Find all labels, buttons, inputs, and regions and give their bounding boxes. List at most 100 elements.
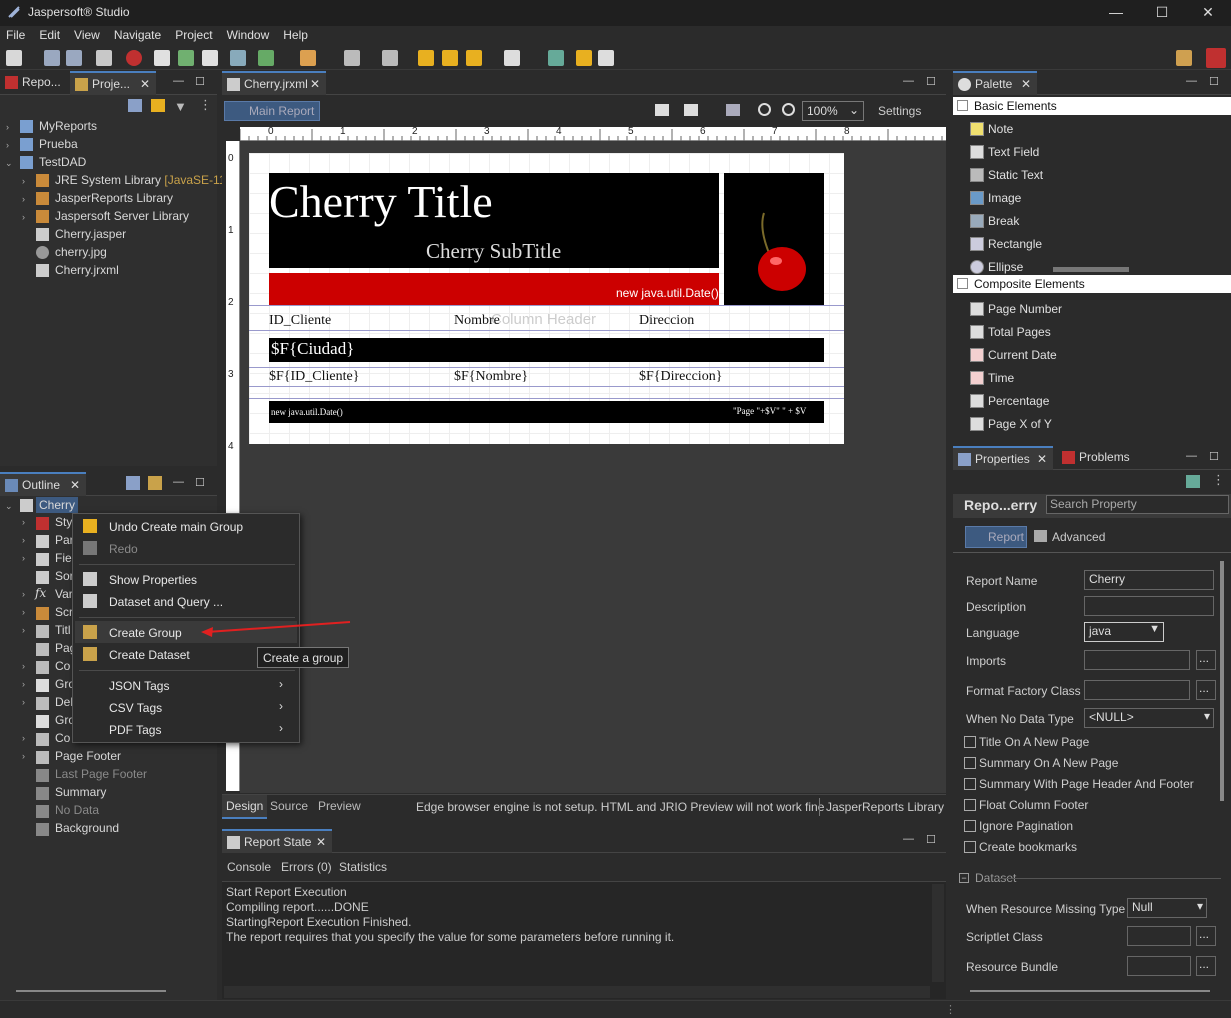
new-report-icon[interactable] — [154, 50, 170, 66]
checkbox[interactable] — [964, 799, 976, 811]
outline-item[interactable]: Scr — [55, 605, 73, 619]
chevron-right-icon[interactable]: › — [22, 176, 25, 186]
horizontal-scrollbar[interactable] — [224, 986, 930, 998]
menu-dataset-query[interactable]: Dataset and Query ... — [109, 595, 223, 609]
chevron-right-icon[interactable]: › — [22, 535, 25, 545]
tab-properties[interactable]: Properties ✕ — [953, 446, 1053, 470]
chevron-right-icon[interactable]: › — [22, 751, 25, 761]
format-factory-browse-button[interactable]: ... — [1196, 680, 1216, 700]
menu-navigate[interactable]: Navigate — [108, 26, 169, 46]
tab-repository[interactable]: Repo... — [0, 71, 67, 95]
collapse-icon[interactable]: − — [959, 873, 969, 883]
minimize-icon[interactable]: — — [903, 833, 914, 845]
layout-icon[interactable] — [382, 50, 398, 66]
chevron-right-icon[interactable]: › — [22, 194, 25, 204]
minimize-icon[interactable]: — — [173, 75, 184, 87]
zoom-select[interactable]: 100% ⌄ — [802, 101, 864, 121]
menu-json-tags[interactable]: JSON Tags — [109, 679, 169, 693]
undo-icon[interactable] — [576, 50, 592, 66]
checkbox[interactable] — [964, 778, 976, 790]
tree-item-server-library[interactable]: Jaspersoft Server Library — [55, 209, 189, 223]
console-output[interactable]: Start Report Execution Compiling report.… — [222, 881, 946, 999]
outline-root-cherry[interactable]: Cherry — [36, 497, 79, 513]
tab-report-props[interactable]: Report — [965, 526, 1027, 548]
imports-browse-button[interactable]: ... — [1196, 650, 1216, 670]
chevron-right-icon[interactable]: › — [6, 140, 9, 150]
redo-icon[interactable] — [598, 50, 614, 66]
maximize-icon[interactable]: ☐ — [195, 476, 205, 489]
close-icon[interactable]: ✕ — [70, 474, 80, 496]
save-icon[interactable] — [44, 50, 60, 66]
tab-errors[interactable]: Errors (0) — [281, 860, 332, 874]
chevron-right-icon[interactable]: › — [22, 553, 25, 563]
col-header-direccion[interactable]: Direccion — [639, 313, 694, 329]
title-new-page-label[interactable]: Title On A New Page — [979, 735, 1089, 749]
tab-statistics[interactable]: Statistics — [339, 860, 387, 874]
tab-project-explorer[interactable]: Proje... ✕ — [70, 71, 156, 95]
outline-item[interactable]: Titl — [55, 623, 71, 637]
close-icon[interactable]: ✕ — [310, 73, 320, 95]
chevron-right-icon[interactable]: › — [22, 589, 25, 599]
create-bookmarks-label[interactable]: Create bookmarks — [979, 840, 1077, 854]
minimize-button[interactable]: — — [1093, 0, 1139, 26]
chevron-right-icon[interactable]: › — [22, 212, 25, 222]
palette-time[interactable]: Time — [988, 371, 1014, 385]
layout-icon[interactable] — [655, 104, 669, 116]
minimize-icon[interactable]: — — [1186, 75, 1197, 87]
minimize-icon[interactable]: — — [173, 476, 184, 488]
maximize-button[interactable]: ☐ — [1139, 0, 1185, 26]
resource-bundle-browse-button[interactable]: ... — [1196, 956, 1216, 976]
maximize-icon[interactable]: ☐ — [1209, 450, 1219, 463]
outline-tree-icon[interactable] — [126, 476, 140, 490]
when-no-data-select[interactable]: <NULL> ▾ — [1084, 708, 1214, 728]
checkbox[interactable] — [964, 820, 976, 832]
minimize-icon[interactable]: — — [903, 75, 914, 87]
maximize-icon[interactable]: ☐ — [1209, 75, 1219, 88]
tree-item-jasperreports-library[interactable]: JasperReports Library — [55, 191, 173, 205]
chevron-right-icon[interactable]: › — [22, 517, 25, 527]
menu-edit[interactable]: Edit — [33, 26, 68, 46]
palette-current-date[interactable]: Current Date — [988, 348, 1057, 362]
menu-create-group[interactable]: Create Group — [109, 626, 182, 640]
checkbox[interactable] — [964, 757, 976, 769]
view-menu-icon[interactable]: ⋮ — [199, 97, 212, 113]
outline-thumb-icon[interactable] — [148, 476, 162, 490]
chevron-right-icon[interactable]: › — [22, 661, 25, 671]
outline-summary[interactable]: Summary — [55, 785, 106, 799]
close-icon[interactable]: ✕ — [140, 73, 150, 95]
palette-break[interactable]: Break — [988, 214, 1019, 228]
palette-rectangle[interactable]: Rectangle — [988, 237, 1042, 251]
outline-item[interactable]: Fie — [55, 551, 72, 565]
outline-background[interactable]: Background — [55, 821, 119, 835]
filter-icon[interactable]: ▼ — [174, 99, 187, 114]
export-icon[interactable] — [726, 104, 740, 116]
detail-id-cliente[interactable]: $F{ID_Cliente} — [269, 369, 359, 385]
chevron-right-icon[interactable]: › — [22, 607, 25, 617]
outline-item[interactable]: Co — [55, 659, 70, 673]
scriptlet-browse-button[interactable]: ... — [1196, 926, 1216, 946]
cherry-image[interactable] — [724, 173, 824, 305]
view-menu-icon[interactable]: ⋮ — [1212, 472, 1225, 488]
palette-percentage[interactable]: Percentage — [988, 394, 1049, 408]
date-expression[interactable]: new java.util.Date() — [616, 286, 719, 300]
zoom-out-icon[interactable] — [782, 103, 795, 116]
chevron-right-icon[interactable]: › — [6, 122, 9, 132]
menu-project[interactable]: Project — [169, 26, 220, 46]
tree-item-cherry-jpg[interactable]: cherry.jpg — [55, 245, 107, 259]
resource-missing-select[interactable]: Null ▾ — [1127, 898, 1207, 918]
jaspersoft-perspective-icon[interactable] — [1206, 48, 1226, 68]
outline-item[interactable]: Co — [55, 731, 70, 745]
close-button[interactable]: ✕ — [1185, 0, 1231, 26]
palette-page-number[interactable]: Page Number — [988, 302, 1062, 316]
palette-text-field[interactable]: Text Field — [988, 145, 1039, 159]
tree-item-cherry-jasper[interactable]: Cherry.jasper — [55, 227, 126, 241]
report-page[interactable]: Cherry Title Cherry SubTitle new java.ut… — [249, 153, 844, 444]
menu-show-properties[interactable]: Show Properties — [109, 573, 197, 587]
tab-report-state[interactable]: Report State ✕ — [222, 829, 332, 853]
report-name-input[interactable]: Cherry — [1084, 570, 1214, 590]
format-factory-input[interactable] — [1084, 680, 1190, 700]
menu-pdf-tags[interactable]: PDF Tags — [109, 723, 161, 737]
minimize-icon[interactable]: — — [1186, 450, 1197, 462]
tab-design[interactable]: Design — [222, 795, 268, 819]
debug-icon[interactable] — [258, 50, 274, 66]
